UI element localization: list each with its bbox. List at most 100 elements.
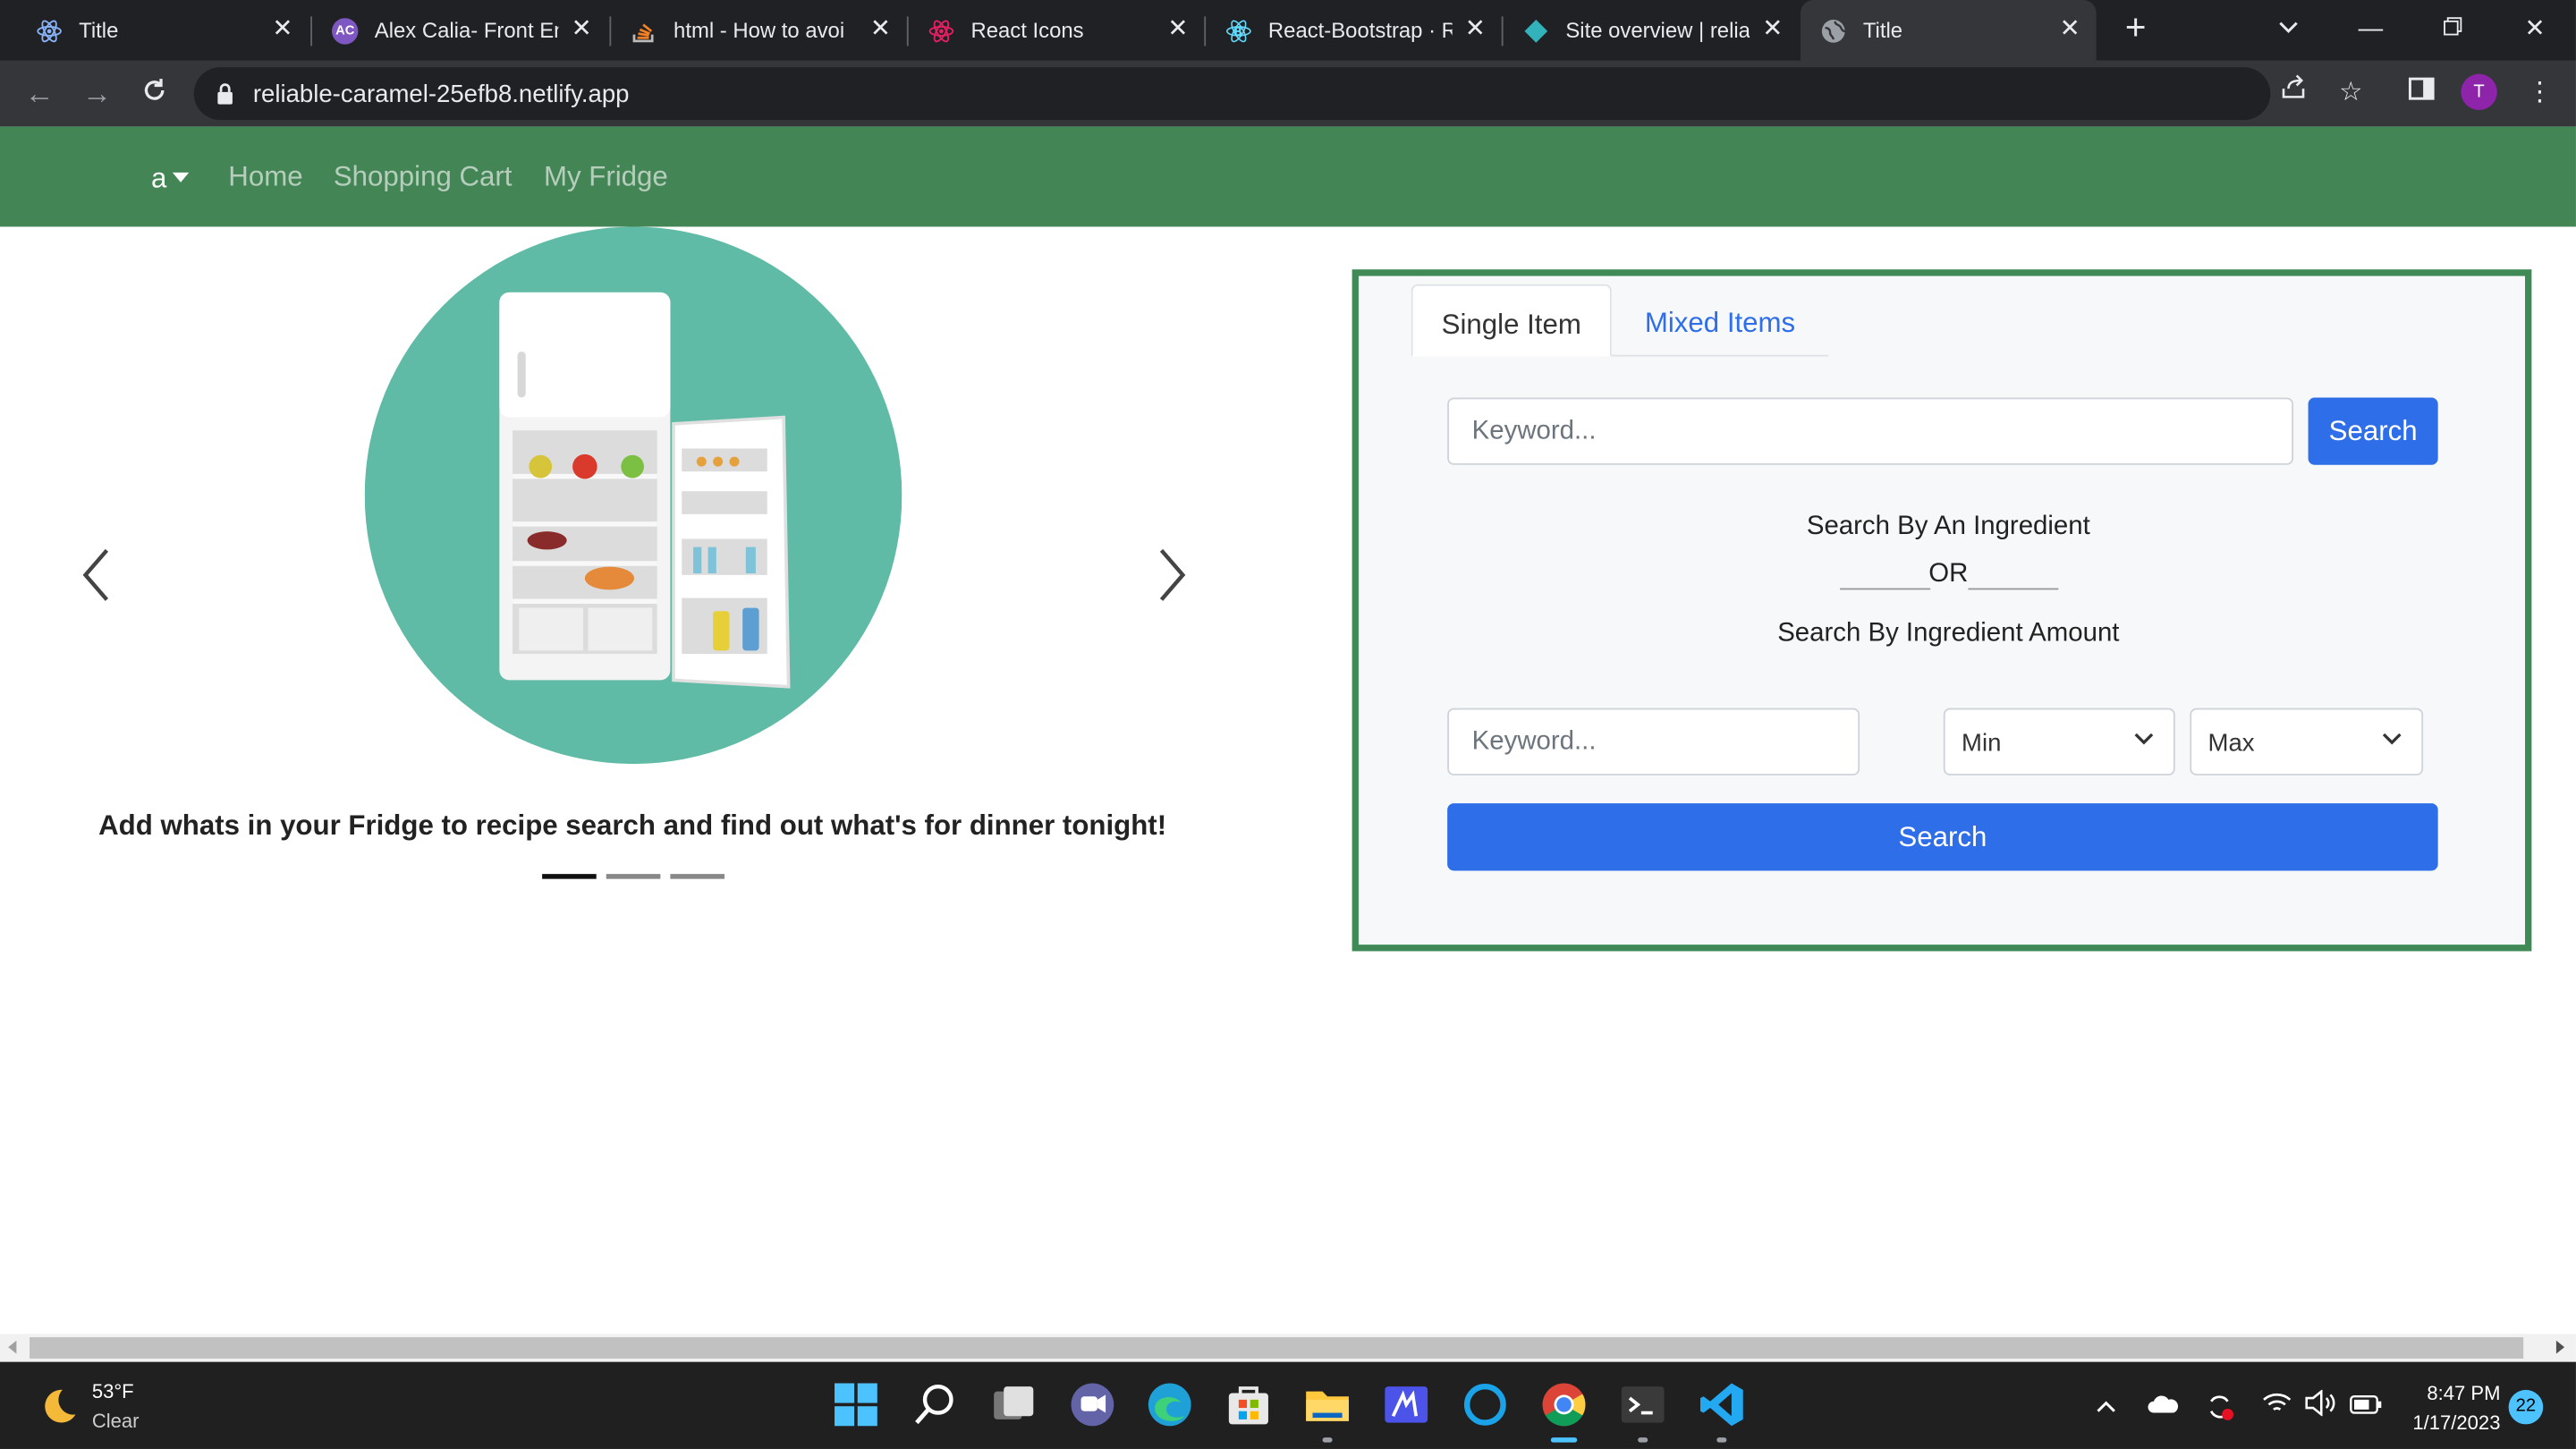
side-panel-icon[interactable] — [2402, 74, 2441, 114]
screen: Title ✕ AC Alex Calia- Front En ✕ html -… — [0, 0, 2576, 1449]
keyword-search-input[interactable]: Keyword... — [1447, 397, 2294, 465]
restore-icon[interactable] — [2433, 10, 2472, 49]
wifi-icon[interactable] — [2260, 1390, 2293, 1423]
window-close-icon[interactable]: ✕ — [2515, 10, 2555, 49]
tab-single-item[interactable]: Single Item — [1411, 284, 1612, 357]
clock-time: 8:47 PM — [2427, 1381, 2501, 1405]
tab-mixed-items[interactable]: Mixed Items — [1612, 284, 1828, 357]
profile-avatar[interactable]: T — [2461, 73, 2497, 111]
react-icon — [928, 17, 954, 43]
min-select-value: Min — [1962, 729, 2002, 758]
teams-chat-icon[interactable] — [1068, 1380, 1117, 1429]
carousel-indicator[interactable] — [606, 874, 661, 879]
cortana-icon[interactable] — [1461, 1380, 1510, 1429]
terminal-icon[interactable] — [1618, 1380, 1667, 1429]
tab-title: html - How to avoi — [674, 18, 845, 43]
chevron-up-icon[interactable] — [2089, 1390, 2123, 1423]
max-select-value: Max — [2207, 729, 2255, 758]
carousel-indicator[interactable] — [670, 874, 724, 879]
scroll-left-icon[interactable] — [8, 1340, 17, 1354]
volume-icon[interactable] — [2303, 1389, 2336, 1423]
close-icon[interactable]: ✕ — [1462, 15, 1488, 42]
vscode-icon[interactable] — [1697, 1380, 1746, 1429]
nav-link-my-fridge[interactable]: My Fridge — [544, 161, 668, 194]
app-running-indicator — [1322, 1437, 1333, 1443]
react-bootstrap-icon: B — [1225, 17, 1251, 43]
carousel: Add whats in your Fridge to recipe searc… — [0, 226, 1265, 916]
weather-temp[interactable]: 53°F — [92, 1380, 134, 1403]
scroll-right-icon[interactable] — [2555, 1340, 2565, 1354]
reload-icon[interactable] — [135, 74, 174, 114]
lock-icon[interactable] — [216, 82, 233, 106]
react-icon — [36, 17, 62, 43]
browser-tab[interactable]: React Icons ✕ — [909, 0, 1205, 61]
browser-tab[interactable]: Site overview | relia ✕ — [1504, 0, 1800, 61]
tab-title: Alex Calia- Front En — [374, 18, 559, 43]
app-active-indicator — [1550, 1437, 1578, 1443]
system-clock[interactable]: 8:47 PM 1/17/2023 — [2395, 1378, 2501, 1437]
tab-title: Title — [79, 18, 119, 43]
weather-condition[interactable]: Clear — [92, 1410, 140, 1433]
min-select[interactable]: Min — [1943, 708, 2175, 775]
tab-search-icon[interactable] — [2268, 10, 2308, 49]
carousel-next-icon[interactable] — [1150, 542, 1193, 607]
battery-icon[interactable] — [2349, 1390, 2382, 1423]
minimize-icon[interactable]: — — [2351, 10, 2390, 49]
search-icon[interactable] — [911, 1380, 960, 1429]
file-explorer-icon[interactable] — [1303, 1380, 1352, 1429]
close-icon[interactable]: ✕ — [2057, 15, 2083, 42]
notification-badge[interactable]: 22 — [2508, 1389, 2544, 1425]
nav-link-shopping-cart[interactable]: Shopping Cart — [334, 161, 513, 194]
url-text[interactable]: reliable-caramel-25efb8.netlify.app — [253, 80, 630, 108]
tab-title: React Icons — [970, 18, 1084, 43]
browser-tab[interactable]: B React-Bootstrap · R ✕ — [1206, 0, 1502, 61]
close-icon[interactable]: ✕ — [568, 15, 594, 42]
browser-tab-active[interactable]: Title ✕ — [1801, 0, 2097, 61]
close-icon[interactable]: ✕ — [1165, 15, 1191, 42]
menu-kebab-icon[interactable]: ⋮ — [2520, 74, 2559, 114]
new-tab-icon[interactable]: + — [2116, 9, 2156, 49]
close-icon[interactable]: ✕ — [868, 15, 894, 42]
app-icon[interactable] — [1382, 1380, 1431, 1429]
chevron-down-icon — [2382, 733, 2402, 745]
windows-start-icon[interactable] — [831, 1380, 880, 1429]
nav-link-home[interactable]: Home — [228, 161, 302, 194]
app-running-indicator — [1638, 1437, 1648, 1443]
scrollbar-thumb[interactable] — [30, 1337, 2524, 1359]
or-divider-right — [1968, 588, 2059, 590]
share-icon[interactable] — [2274, 74, 2313, 114]
amount-keyword-input[interactable]: Keyword... — [1447, 708, 1860, 775]
carousel-prev-icon[interactable] — [75, 542, 118, 607]
microsoft-store-icon[interactable] — [1224, 1380, 1273, 1429]
fridge-illustration — [364, 226, 902, 765]
bookmark-star-icon[interactable]: ☆ — [2331, 74, 2370, 114]
close-icon[interactable]: ✕ — [269, 15, 295, 42]
sync-icon[interactable] — [2203, 1390, 2236, 1423]
globe-icon — [1820, 17, 1846, 43]
app-running-indicator — [1716, 1437, 1727, 1443]
forward-icon[interactable]: → — [77, 74, 116, 114]
max-select[interactable]: Max — [2190, 708, 2424, 775]
moon-icon[interactable] — [36, 1385, 79, 1428]
user-dropdown[interactable]: a — [151, 163, 190, 196]
carousel-caption: Add whats in your Fridge to recipe searc… — [98, 809, 1167, 842]
browser-tab-strip: Title ✕ AC Alex Calia- Front En ✕ html -… — [0, 0, 2576, 61]
browser-tab[interactable]: Title ✕ — [0, 0, 309, 61]
address-bar[interactable]: reliable-caramel-25efb8.netlify.app — [193, 67, 2271, 121]
close-icon[interactable]: ✕ — [1759, 15, 1785, 42]
chrome-icon[interactable] — [1539, 1380, 1589, 1429]
search-button[interactable]: Search — [2308, 397, 2438, 465]
stackoverflow-icon — [631, 17, 657, 43]
amount-search-button[interactable]: Search — [1447, 803, 2438, 871]
edge-icon[interactable] — [1145, 1380, 1194, 1429]
search-by-amount-label: Search By Ingredient Amount — [1777, 619, 2120, 648]
search-by-ingredient-label: Search By An Ingredient — [1806, 513, 2090, 541]
horizontal-scrollbar[interactable] — [0, 1334, 2576, 1362]
back-icon[interactable]: ← — [20, 74, 59, 114]
carousel-indicator[interactable] — [542, 874, 597, 879]
onedrive-icon[interactable] — [2148, 1390, 2181, 1423]
browser-tab[interactable]: AC Alex Calia- Front En ✕ — [312, 0, 608, 61]
browser-tab[interactable]: html - How to avoi ✕ — [611, 0, 907, 61]
task-view-icon[interactable] — [989, 1380, 1038, 1429]
clock-date: 1/17/2023 — [2412, 1411, 2501, 1435]
